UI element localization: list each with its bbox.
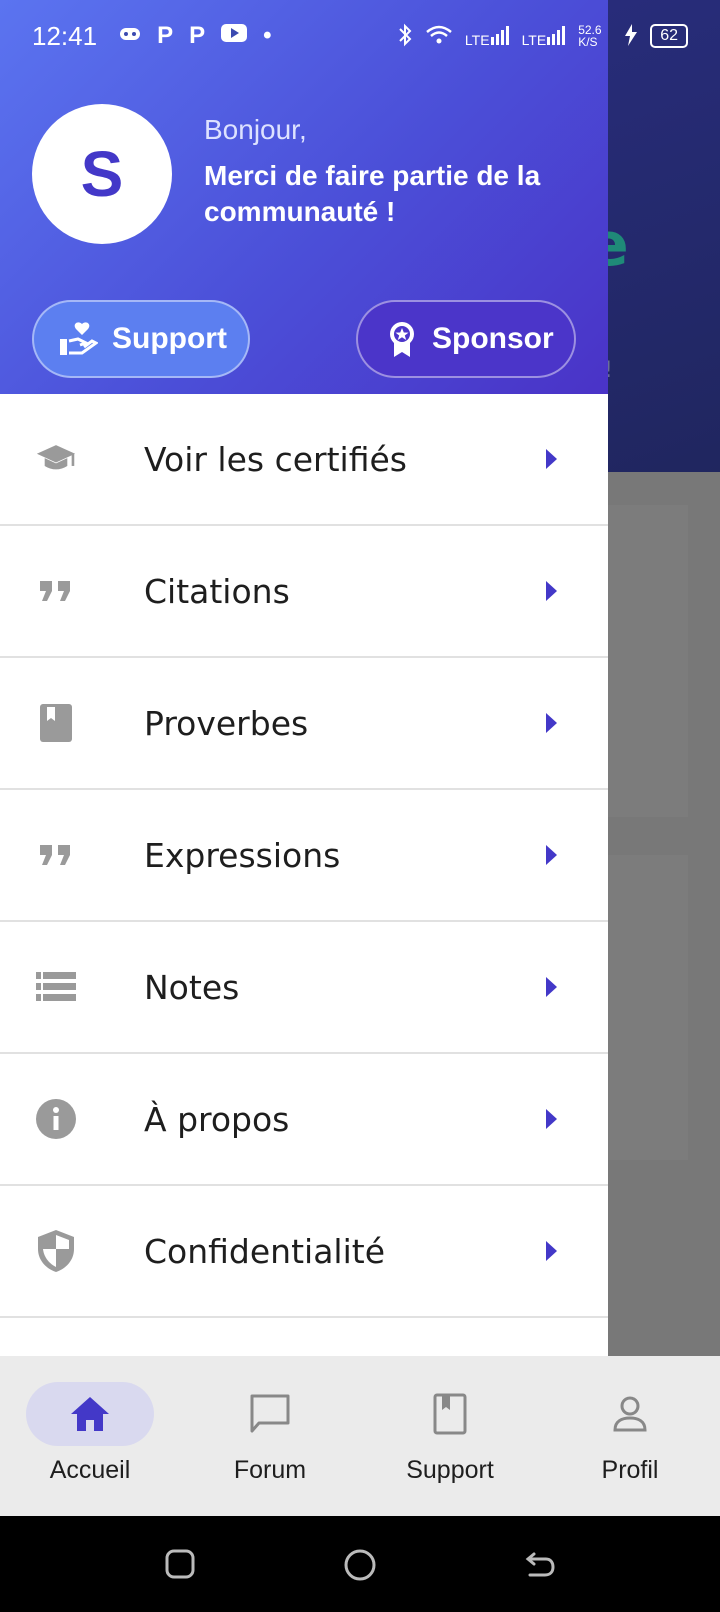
sponsor-button[interactable]: Sponsor [356,300,576,378]
hand-heart-icon [60,322,98,355]
welcome-message: Merci de faire partie de la communauté ! [204,160,541,227]
menu-item-label: Proverbes [144,703,309,743]
list-icon [36,967,76,1007]
back-button[interactable] [524,1548,556,1584]
wifi-icon [425,24,453,49]
p-icon: P [189,22,206,49]
bluetooth-icon [397,23,413,50]
avatar[interactable]: S [32,104,172,244]
system-navigation-bar [0,1516,720,1612]
quote-icon [36,835,76,875]
nav-label: Accueil [49,1456,131,1484]
menu-item-label: Voir les certifiés [144,439,407,479]
bookmark-book-icon [386,1382,514,1446]
nav-label: Profil [601,1456,659,1484]
lte-signal-icon: LTE [522,25,567,48]
award-ribbon-icon [390,322,414,357]
home-button[interactable] [343,1548,377,1586]
navigation-drawer: S Bonjour, Merci de faire partie de la c… [0,0,608,1356]
menu-item-label: Citations [144,571,290,611]
chevron-right-icon [546,581,557,601]
nav-label: Support [406,1456,494,1484]
graduation-cap-icon [36,439,76,479]
sponsor-button-label: Sponsor [432,322,554,355]
menu-item-a-propos[interactable]: À propos [0,1054,608,1186]
nav-profil[interactable]: Profil [540,1382,720,1485]
battery-indicator: 62 [650,24,688,48]
youtube-icon [221,22,248,50]
chevron-right-icon [546,1241,557,1261]
book-icon [36,703,76,743]
menu-item-expressions[interactable]: Expressions [0,790,608,922]
menu-item-citations[interactable]: Citations [0,526,608,658]
charging-icon [624,23,638,49]
p-icon: P [157,22,174,49]
chat-icon [206,1382,334,1446]
menu-item-label: Notes [144,967,240,1007]
menu-item-proverbes[interactable]: Proverbes [0,658,608,790]
nav-accueil[interactable]: Accueil [0,1382,180,1485]
home-icon [26,1382,154,1446]
drawer-menu: Voir les certifiés Citations Proverbes E… [0,394,608,1318]
support-button-label: Support [112,322,227,355]
menu-item-confidentialite[interactable]: Confidentialité [0,1186,608,1318]
quote-icon [36,571,76,611]
nav-support[interactable]: Support [360,1382,540,1485]
chevron-right-icon [546,449,557,469]
support-button[interactable]: Support [32,300,250,378]
status-bar: 12:41 P P • LTE LTE 52.6 K/S 62 [0,0,720,72]
game-icon [119,22,141,50]
status-time: 12:41 [32,20,98,51]
menu-item-label: À propos [144,1099,290,1139]
lte-signal-icon: LTE [465,25,510,48]
menu-item-label: Confidentialité [144,1231,386,1271]
menu-item-notes[interactable]: Notes [0,922,608,1054]
user-icon [566,1382,694,1446]
shield-icon [36,1230,76,1272]
info-icon [36,1099,76,1139]
network-speed: 52.6 K/S [578,23,602,49]
nav-forum[interactable]: Forum [180,1382,360,1485]
chevron-right-icon [546,977,557,997]
chevron-right-icon [546,713,557,733]
nav-label: Forum [233,1456,307,1484]
recent-apps-button[interactable] [164,1548,196,1584]
chevron-right-icon [546,845,557,865]
chevron-right-icon [546,1109,557,1129]
bottom-navigation: Accueil Forum Support Profil [0,1356,720,1516]
greeting-text: Bonjour, [204,114,307,145]
menu-item-label: Expressions [144,835,341,875]
menu-item-certifies[interactable]: Voir les certifiés [0,394,608,526]
dot-icon: • [263,22,272,49]
